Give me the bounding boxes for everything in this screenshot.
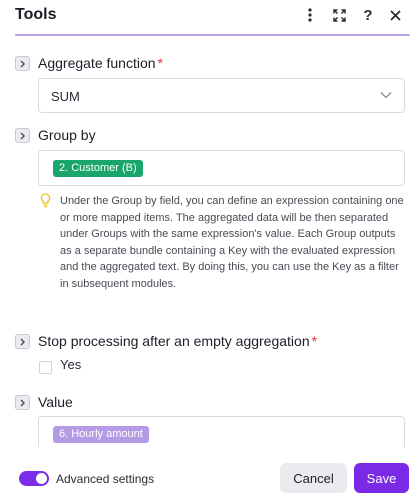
panel-header: Tools ? [0, 0, 415, 34]
required-mark: * [311, 333, 318, 349]
chevron-down-icon [380, 92, 392, 99]
expand-icon[interactable] [330, 5, 348, 25]
group-by-mapped-item-pill[interactable]: 2. Customer (B) [53, 160, 143, 177]
save-button[interactable]: Save [354, 463, 409, 493]
stop-processing-checkbox[interactable] [39, 361, 52, 374]
toggle-knob [36, 473, 47, 484]
close-icon[interactable] [386, 5, 404, 25]
advanced-settings-label[interactable]: Advanced settings [56, 472, 154, 486]
cancel-button[interactable]: Cancel [280, 463, 347, 493]
value-expand-button[interactable] [15, 395, 30, 410]
stop-processing-checkbox-label[interactable]: Yes [60, 357, 81, 372]
group-by-label: Group by [38, 127, 96, 143]
panel-title: Tools [15, 6, 57, 23]
group-by-expand-button[interactable] [15, 128, 30, 143]
chevron-right-icon [20, 132, 25, 139]
value-label: Value [38, 394, 73, 410]
aggregate-function-select[interactable]: SUM [38, 78, 405, 113]
panel-footer: Advanced settings Cancel Save [0, 447, 415, 497]
stop-processing-label-text: Stop processing after an empty aggregati… [38, 333, 310, 349]
stop-processing-label: Stop processing after an empty aggregati… [38, 333, 317, 349]
group-by-input[interactable]: 2. Customer (B) [38, 150, 405, 186]
aggregate-function-label-text: Aggregate function [38, 55, 156, 71]
more-vertical-icon[interactable] [301, 5, 319, 25]
advanced-settings-toggle[interactable] [19, 471, 49, 486]
aggregate-function-expand-button[interactable] [15, 56, 30, 71]
chevron-right-icon [20, 399, 25, 406]
chevron-right-icon [20, 338, 25, 345]
aggregate-function-value: SUM [51, 89, 80, 104]
group-by-hint: Under the Group by field, you can define… [60, 195, 404, 290]
required-mark: * [157, 55, 163, 71]
aggregate-function-label: Aggregate function * [38, 55, 163, 71]
lightbulb-icon [40, 193, 51, 208]
header-divider [15, 34, 410, 36]
chevron-right-icon [20, 60, 25, 67]
stop-processing-expand-button[interactable] [15, 334, 30, 349]
value-mapped-item-pill[interactable]: 6. Hourly amount [53, 426, 149, 443]
help-icon[interactable]: ? [359, 5, 377, 25]
